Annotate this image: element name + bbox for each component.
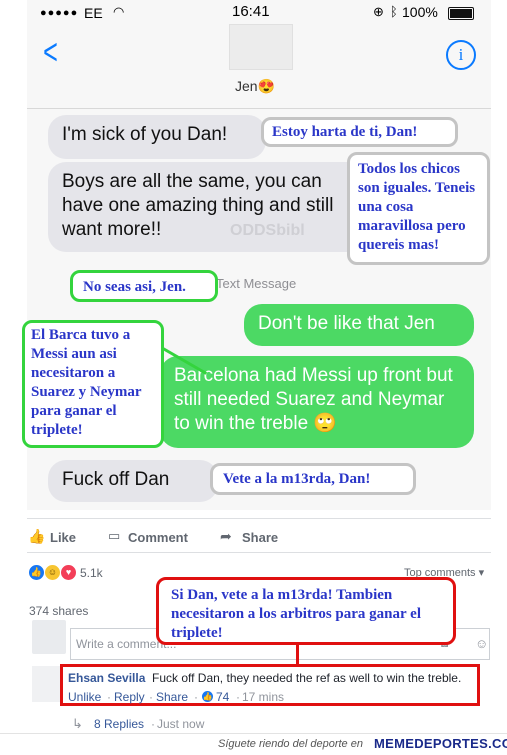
comment-likes-count[interactable]: 74: [216, 690, 229, 704]
separator: ·: [149, 690, 153, 704]
info-button[interactable]: i: [446, 40, 476, 70]
separator: ·: [151, 717, 155, 731]
share-link[interactable]: Share: [156, 690, 188, 704]
separator: ·: [107, 690, 111, 704]
thumbs-up-icon[interactable]: 👍: [28, 528, 45, 545]
status-time: 16:41: [232, 3, 270, 20]
translation-annotation: Vete a la m13rda, Dan!: [210, 463, 416, 495]
divider: [27, 552, 491, 553]
avatar: [32, 666, 60, 702]
sticker-icon[interactable]: ☺: [475, 636, 488, 651]
comment-button[interactable]: Comment: [128, 530, 188, 545]
unlike-link[interactable]: Unlike: [68, 690, 101, 704]
replies-timestamp: Just now: [157, 717, 205, 731]
reply-link[interactable]: Reply: [114, 690, 145, 704]
signal-strength: ●●●●●: [40, 7, 79, 19]
message-received: Fuck off Dan: [48, 460, 218, 502]
bluetooth-icon: ᛒ: [390, 4, 398, 19]
rotation-lock-icon: ⊕: [373, 4, 384, 19]
annotation-connector: [296, 645, 299, 665]
battery-percent: 100%: [402, 4, 438, 20]
comment-author[interactable]: Ehsan Sevilla: [68, 671, 145, 685]
comment-text: Fuck off Dan, they needed the ref as wel…: [152, 671, 462, 685]
haha-reaction-icon[interactable]: ☺: [45, 565, 60, 580]
text-message-label: Text Message: [216, 276, 297, 291]
translation-annotation: No seas asi, Jen.: [70, 270, 218, 302]
share-button[interactable]: Share: [242, 530, 278, 545]
like-button[interactable]: Like: [50, 530, 76, 545]
avatar: [32, 620, 66, 654]
view-replies-link[interactable]: 8 Replies: [94, 717, 144, 731]
separator: ·: [236, 690, 240, 704]
translation-annotation: Estoy harta de ti, Dan!: [261, 117, 458, 147]
like-count-icon: 👍: [202, 691, 213, 702]
watermark: ODDSbibl: [230, 222, 305, 239]
footer-tagline: Síguete riendo del deporte en: [218, 738, 363, 750]
comment-timestamp[interactable]: 17 mins: [242, 690, 284, 704]
carrier-name: EE: [84, 5, 103, 21]
translation-annotation: Todos los chicos son iguales. Teneis una…: [347, 152, 490, 265]
reply-arrow-icon: ↳: [72, 716, 83, 731]
contact-name[interactable]: Jen😍: [235, 78, 275, 95]
share-icon[interactable]: ➦: [220, 528, 232, 545]
reactions-count[interactable]: 5.1k: [80, 566, 103, 580]
back-button[interactable]: <: [43, 34, 58, 70]
shares-count[interactable]: 374 shares: [29, 604, 88, 618]
message-received: I'm sick of you Dan!: [48, 115, 266, 159]
battery-icon: [448, 7, 474, 20]
divider: [27, 518, 491, 519]
love-reaction-icon[interactable]: ♥: [61, 565, 76, 580]
contact-avatar[interactable]: [229, 24, 293, 70]
wifi-icon: ◠: [113, 4, 125, 19]
separator: ·: [194, 690, 198, 704]
translation-annotation: El Barca tuvo a Messi aun asi necesitaro…: [22, 320, 164, 448]
message-sent: Barcelona had Messi up front but still n…: [160, 356, 474, 448]
message-received: Boys are all the same, you can have one …: [48, 162, 378, 252]
message-sent: Don't be like that Jen: [244, 304, 474, 346]
translation-annotation: Si Dan, vete a la m13rda! Tambien necesi…: [156, 577, 456, 645]
like-reaction-icon[interactable]: 👍: [29, 565, 44, 580]
footer-brand[interactable]: MEMEDEPORTES.COM: [374, 736, 507, 751]
comment-icon[interactable]: ▭: [108, 528, 120, 544]
